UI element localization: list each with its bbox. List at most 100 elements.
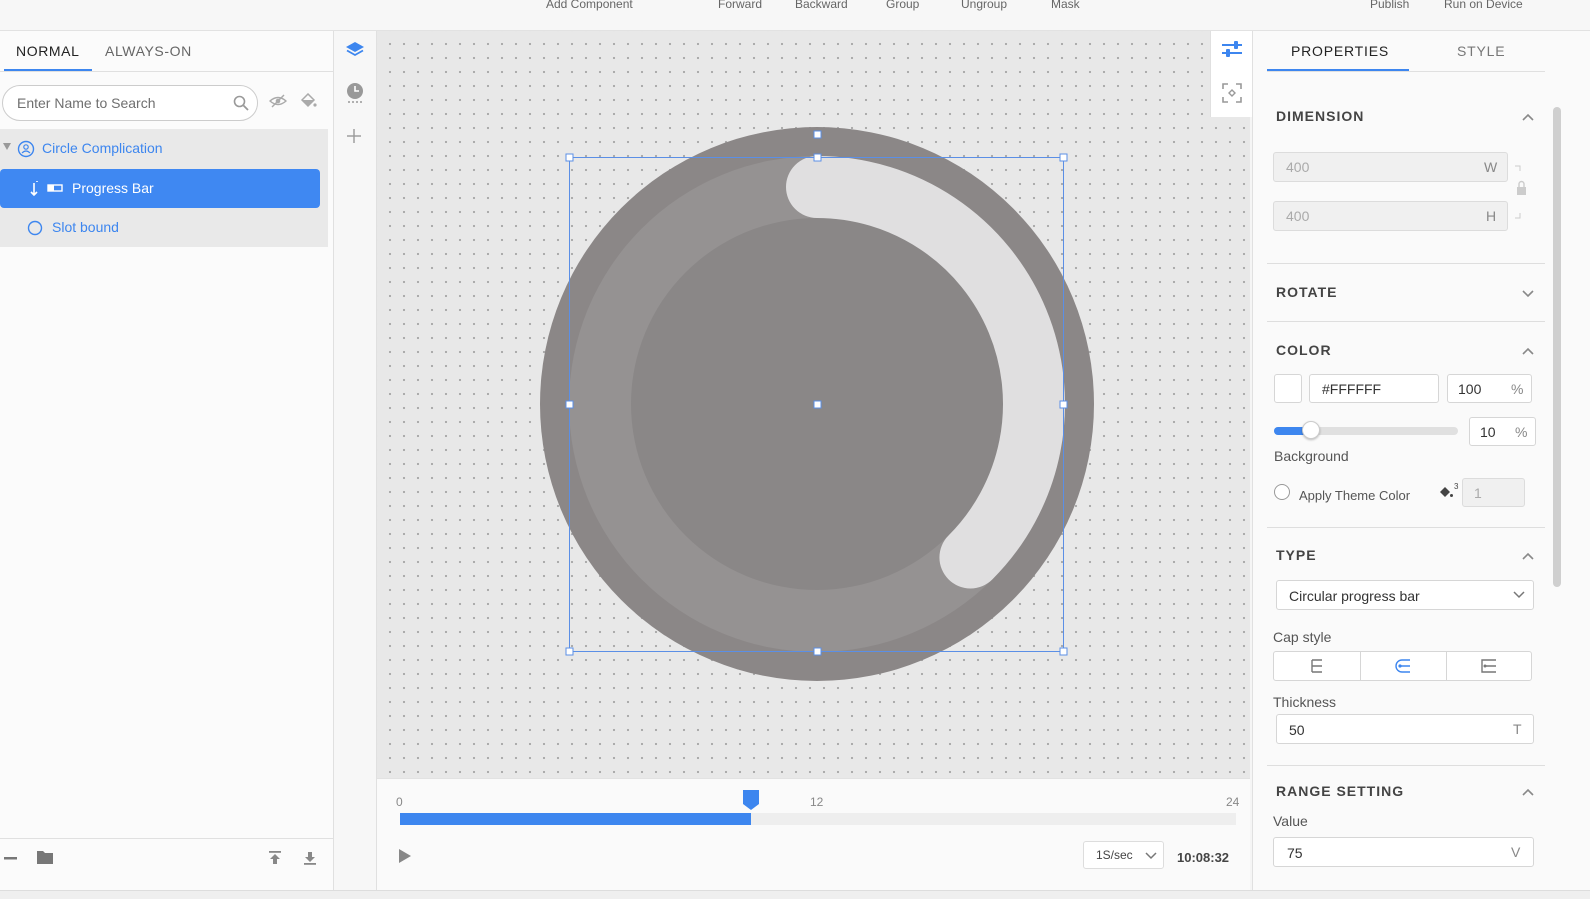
- search-icon[interactable]: [233, 95, 249, 111]
- progress-type-select[interactable]: Circular progress bar: [1276, 580, 1534, 610]
- thickness-value: 50: [1289, 722, 1305, 738]
- tab-properties[interactable]: PROPERTIES: [1291, 43, 1389, 59]
- forward-button[interactable]: Forward: [718, 0, 762, 11]
- resize-handle[interactable]: [565, 400, 574, 409]
- range-value: 75: [1287, 845, 1303, 861]
- chevron-up-icon[interactable]: [1521, 549, 1535, 563]
- tree-item-progress-bar[interactable]: Progress Bar: [0, 169, 320, 208]
- timeline-mid-label: 12: [810, 795, 824, 809]
- resize-handle[interactable]: [1059, 400, 1068, 409]
- playback-speed-select[interactable]: 1S/sec: [1083, 841, 1164, 869]
- center-handle[interactable]: [813, 400, 822, 409]
- slider-thumb[interactable]: [1302, 421, 1321, 439]
- bg-opacity-value: 10: [1480, 424, 1496, 440]
- cap-style-round[interactable]: [1360, 652, 1447, 680]
- timeline-end-label: 24: [1226, 795, 1240, 809]
- sliders-icon[interactable]: [1221, 40, 1243, 58]
- cap-style-square[interactable]: [1446, 652, 1531, 680]
- tree-item-circle-complication[interactable]: Circle Complication: [0, 129, 328, 169]
- properties-rail: [1210, 31, 1252, 117]
- footer-divider: [0, 838, 333, 839]
- width-field[interactable]: 400 W: [1273, 152, 1508, 182]
- tree-item-label: Progress Bar: [72, 180, 154, 196]
- resize-handle[interactable]: [1059, 647, 1068, 656]
- timeline-scrubber-handle[interactable]: [742, 789, 760, 811]
- folder-icon[interactable]: [37, 850, 53, 864]
- thickness-label: Thickness: [1273, 694, 1337, 710]
- layers-icon[interactable]: [345, 41, 365, 59]
- timeline-panel: 0 12 24 1S/sec 10:08:32: [377, 778, 1250, 891]
- chevron-down-icon[interactable]: [1521, 286, 1535, 300]
- chevron-up-icon[interactable]: [1521, 344, 1535, 358]
- resize-handle[interactable]: [813, 153, 822, 162]
- percent-unit: %: [1515, 424, 1528, 440]
- tree-item-slot-bound[interactable]: Slot bound: [0, 208, 328, 248]
- complication-icon: [17, 140, 35, 158]
- tree-item-label: Slot bound: [52, 219, 119, 235]
- theme-index-field[interactable]: 1: [1462, 478, 1525, 507]
- thickness-field[interactable]: 50 T: [1276, 714, 1534, 744]
- height-field[interactable]: 400 H: [1273, 201, 1508, 231]
- progress-type-value: Circular progress bar: [1289, 588, 1420, 604]
- timeline-track[interactable]: [400, 790, 1236, 825]
- width-unit: W: [1484, 159, 1498, 175]
- speed-value: 1S/sec: [1096, 848, 1133, 862]
- history-icon[interactable]: [345, 82, 365, 104]
- color-title: COLOR: [1276, 342, 1332, 358]
- layer-search-box: [2, 85, 258, 121]
- opacity-field[interactable]: 100 %: [1447, 374, 1532, 403]
- add-icon[interactable]: [346, 128, 362, 144]
- add-component-button[interactable]: Add Component: [546, 0, 633, 11]
- tab-style[interactable]: STYLE: [1457, 43, 1505, 59]
- resize-handle[interactable]: [565, 647, 574, 656]
- ungroup-button[interactable]: Ungroup: [961, 0, 1007, 11]
- chevron-down-icon: [1145, 852, 1157, 860]
- publish-button[interactable]: Publish: [1370, 0, 1409, 11]
- cap-style-butt[interactable]: [1274, 652, 1361, 680]
- move-down-icon[interactable]: [303, 851, 317, 865]
- top-toolbar: Add Component Forward Backward Group Ung…: [0, 0, 1590, 31]
- section-divider: [1267, 765, 1545, 766]
- backward-button[interactable]: Backward: [795, 0, 848, 11]
- background-opacity-field[interactable]: 10 %: [1469, 417, 1536, 446]
- range-value-field[interactable]: 75 V: [1273, 837, 1534, 867]
- range-value-unit: V: [1511, 844, 1521, 860]
- color-swatch[interactable]: [1274, 374, 1302, 403]
- rotate-title: ROTATE: [1276, 284, 1338, 300]
- cap-style-group: [1273, 651, 1532, 681]
- resize-handle[interactable]: [813, 647, 822, 656]
- rotate-handle[interactable]: [813, 130, 822, 139]
- tab-divider: [0, 71, 333, 72]
- mask-button[interactable]: Mask: [1051, 0, 1080, 11]
- layer-search-input[interactable]: [15, 94, 219, 112]
- cap-butt-icon: [1311, 659, 1322, 673]
- progress-bar-icon: [47, 184, 63, 192]
- play-icon[interactable]: [398, 848, 412, 864]
- scrollbar[interactable]: [1553, 107, 1561, 587]
- resize-handle[interactable]: [1059, 153, 1068, 162]
- run-on-device-button[interactable]: Run on Device: [1444, 0, 1523, 11]
- group-button[interactable]: Group: [886, 0, 919, 11]
- chevron-up-icon[interactable]: [1521, 785, 1535, 799]
- background-label: Background: [1274, 448, 1349, 464]
- hide-layers-icon[interactable]: [269, 93, 287, 109]
- apply-theme-label: Apply Theme Color: [1299, 488, 1411, 503]
- background-opacity-slider[interactable]: [1274, 421, 1458, 439]
- hex-color-field[interactable]: #FFFFFF: [1309, 374, 1439, 403]
- move-up-icon[interactable]: [268, 851, 282, 865]
- paint-bucket-icon[interactable]: [299, 93, 317, 109]
- tab-always-on[interactable]: ALWAYS-ON: [105, 43, 192, 59]
- design-canvas[interactable]: [377, 31, 1250, 778]
- tab-normal[interactable]: NORMAL: [16, 43, 80, 59]
- chevron-up-icon[interactable]: [1521, 110, 1535, 124]
- section-divider: [1267, 263, 1545, 264]
- capture-icon[interactable]: [1222, 83, 1242, 103]
- tree-item-label: Circle Complication: [42, 140, 163, 156]
- apply-theme-radio[interactable]: [1274, 484, 1290, 500]
- watch-face-preview: [540, 127, 1094, 681]
- remove-layer-icon[interactable]: [4, 853, 18, 863]
- expand-caret-icon[interactable]: [3, 143, 11, 150]
- resize-handle[interactable]: [565, 153, 574, 162]
- tab-divider: [1267, 71, 1545, 72]
- aspect-lock-icon[interactable]: [1513, 165, 1529, 219]
